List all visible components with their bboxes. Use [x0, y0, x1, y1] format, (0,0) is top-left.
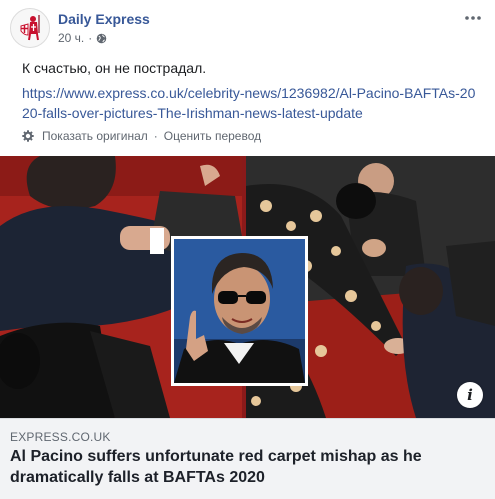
- daily-express-crusader-logo-icon: [11, 9, 49, 47]
- translation-separator: ·: [153, 129, 158, 143]
- post-image[interactable]: i: [0, 156, 495, 418]
- info-icon[interactable]: i: [457, 382, 483, 408]
- show-original-link[interactable]: Показать оригинал: [42, 129, 148, 143]
- page-avatar[interactable]: [10, 8, 50, 48]
- post-caption: К счастью, он не пострадал.: [22, 60, 207, 76]
- more-options-icon[interactable]: [461, 8, 485, 28]
- translation-bar: Показать оригинал · Оценить перевод: [22, 129, 261, 143]
- post-link[interactable]: https://www.express.co.uk/celebrity-news…: [22, 83, 477, 123]
- link-headline[interactable]: Al Pacino suffers unfortunate red carpet…: [10, 446, 480, 488]
- photo-inset-portrait: [171, 236, 308, 386]
- link-preview-card[interactable]: EXPRESS.CO.UK Al Pacino suffers unfortun…: [0, 418, 495, 499]
- post-header: Daily Express 20 ч. ·: [10, 8, 485, 50]
- meta-separator: ·: [88, 31, 93, 45]
- post-timestamp[interactable]: 20 ч.: [58, 31, 84, 45]
- link-domain: EXPRESS.CO.UK: [10, 430, 111, 444]
- globe-icon[interactable]: [96, 33, 107, 44]
- facebook-post: Daily Express 20 ч. · К счастью, он не п…: [0, 0, 495, 499]
- rate-translation-link[interactable]: Оценить перевод: [164, 129, 261, 143]
- page-name-link[interactable]: Daily Express: [58, 11, 150, 27]
- post-meta: 20 ч. ·: [58, 31, 107, 45]
- gear-icon[interactable]: [22, 130, 34, 142]
